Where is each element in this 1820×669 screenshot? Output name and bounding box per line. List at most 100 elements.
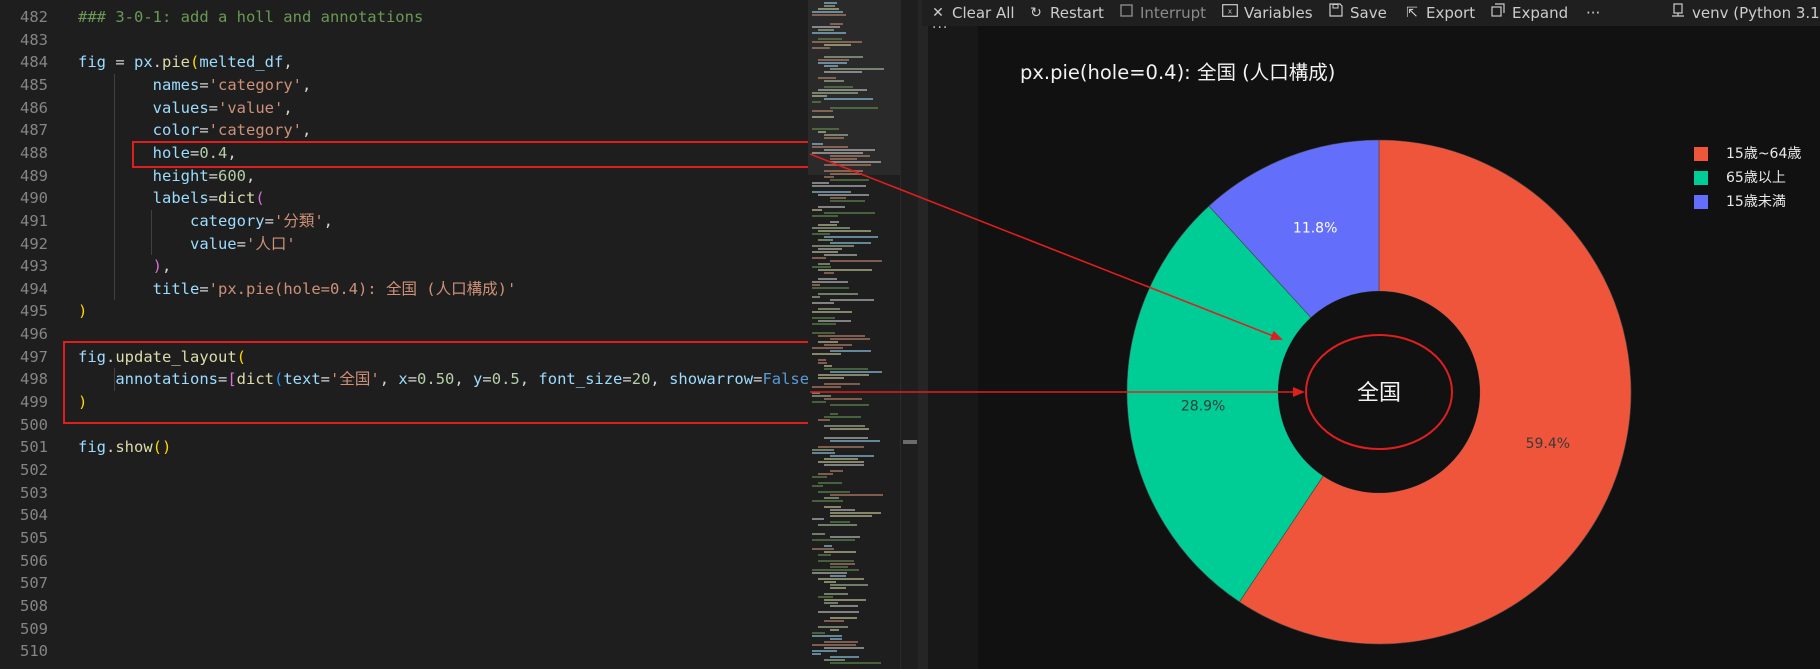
minimap-line (812, 143, 823, 145)
legend-item[interactable]: 15歳未満 (1694, 192, 1801, 216)
minimap-line (824, 2, 837, 4)
minimap-line (824, 458, 858, 460)
variables-button[interactable]: x Variables (1222, 0, 1313, 26)
minimap-line (824, 254, 857, 256)
minimap[interactable] (808, 0, 900, 669)
code-token: 0.5 (491, 370, 520, 389)
code-token: y (473, 370, 483, 389)
code-line[interactable]: color='category', (78, 119, 312, 142)
minimap-line (830, 242, 871, 244)
minimap-line (818, 524, 857, 526)
line-number: 509 (20, 619, 48, 638)
minimap-line (830, 455, 874, 457)
code-line[interactable]: height=600, (78, 165, 256, 188)
minimap-line (824, 170, 863, 172)
code-token: , (454, 370, 474, 389)
kernel-selector[interactable]: venv (Python 3.11 (1670, 0, 1820, 26)
line-number: 497 (20, 347, 48, 366)
minimap-line (818, 377, 844, 379)
code-line[interactable]: title='px.pie(hole=0.4): 全国 (人口構成)' (78, 278, 517, 301)
code-line[interactable]: fig = px.pie(melted_df, (78, 51, 293, 74)
code-token: ) (78, 393, 88, 412)
indent-guide (114, 368, 115, 392)
minimap-line (818, 293, 858, 295)
code-line[interactable]: labels=dict( (78, 187, 265, 210)
interrupt-button[interactable]: Interrupt (1118, 0, 1206, 26)
legend-item[interactable]: 65歳以上 (1694, 168, 1801, 192)
code-line[interactable]: names='category', (78, 74, 312, 97)
donut-chart[interactable]: 59.4% 28.9% 11.8% 全国 (978, 26, 1820, 669)
minimap-line (824, 65, 838, 67)
code-line[interactable]: ) (78, 391, 87, 414)
line-number: 490 (20, 189, 48, 208)
line-number: 483 (20, 30, 48, 49)
code-token: names (78, 75, 200, 94)
line-number: 499 (20, 393, 48, 412)
minimap-line (830, 158, 857, 160)
code-editor[interactable]: 482 483 484 485 486 487 488 489 490 491 492 493 494 4… (0, 0, 808, 669)
minimap-line (830, 23, 843, 25)
code-line[interactable]: annotations=[dict(text='全国', x=0.50, y=0… (78, 368, 808, 391)
minimap-line (824, 581, 836, 583)
code-token: fig (78, 53, 106, 72)
minimap-line (824, 56, 863, 58)
minimap-line (830, 68, 884, 70)
minimap-line (818, 491, 850, 493)
code-line[interactable]: hole=0.4, (78, 142, 237, 165)
minimap-line (818, 89, 867, 91)
center-annotation: 全国 (1357, 381, 1401, 406)
restart-button[interactable]: ↻ Restart (1028, 0, 1104, 26)
export-icon: ⇱ (1406, 5, 1418, 21)
save-button[interactable]: Save (1328, 0, 1387, 26)
minimap-line (824, 134, 848, 136)
minimap-line (812, 266, 831, 268)
minimap-line (812, 485, 823, 487)
minimap-line (830, 656, 859, 658)
minimap-line (812, 476, 827, 478)
code-token: ) (152, 257, 162, 276)
chart-legend[interactable]: 15歳~64歳 65歳以上 15歳未満 (1694, 144, 1801, 216)
minimap-line (824, 176, 834, 178)
minimap-line (818, 359, 826, 361)
minimap-line (812, 539, 855, 541)
minimap-line (830, 638, 842, 640)
plotly-chart[interactable]: px.pie(hole=0.4): 全国 (人口構成) 59.4% 28.9% 11… (978, 26, 1820, 669)
code-token: , (650, 370, 670, 389)
code-token: , (162, 257, 172, 276)
minimap-line (824, 71, 862, 73)
line-number: 492 (20, 234, 48, 253)
line-number: 501 (20, 438, 48, 457)
editor-scrollbar[interactable] (900, 0, 919, 669)
minimap-line (824, 647, 864, 649)
minimap-line (812, 392, 820, 394)
restart-icon: ↻ (1030, 5, 1042, 21)
code-line[interactable]: fig.update_layout( (78, 346, 246, 369)
line-number: 491 (20, 211, 48, 230)
more-actions-button[interactable]: ··· (1586, 0, 1600, 26)
code-line[interactable]: ### 3-0-1: add a holl and annotations (78, 6, 423, 29)
minimap-line (812, 452, 835, 454)
code-token: height (78, 166, 209, 185)
minimap-line (818, 206, 845, 208)
code-line[interactable]: value='人口' (78, 233, 296, 256)
legend-item[interactable]: 15歳~64歳 (1694, 144, 1801, 168)
code-token: , (227, 143, 237, 162)
minimap-line (818, 335, 865, 337)
code-token: show (115, 438, 153, 457)
minimap-line (812, 227, 850, 229)
minimap-line (830, 260, 882, 262)
minimap-line (830, 536, 860, 538)
code-line[interactable]: ), (78, 255, 172, 278)
code-line[interactable]: values='value', (78, 97, 293, 120)
expand-button[interactable]: Expand (1490, 0, 1568, 26)
code-line[interactable]: category='分類', (78, 210, 333, 233)
line-number: 504 (20, 506, 48, 525)
minimap-line (818, 239, 833, 241)
minimap-line (812, 215, 838, 217)
scrollbar-thumb[interactable] (903, 440, 917, 444)
export-button[interactable]: ⇱ Export (1404, 0, 1475, 26)
code-token: ( (274, 370, 284, 389)
code-line[interactable]: fig.show() (78, 436, 171, 459)
cell-more-button[interactable]: ··· (932, 20, 948, 36)
code-line[interactable]: ) (78, 300, 87, 323)
